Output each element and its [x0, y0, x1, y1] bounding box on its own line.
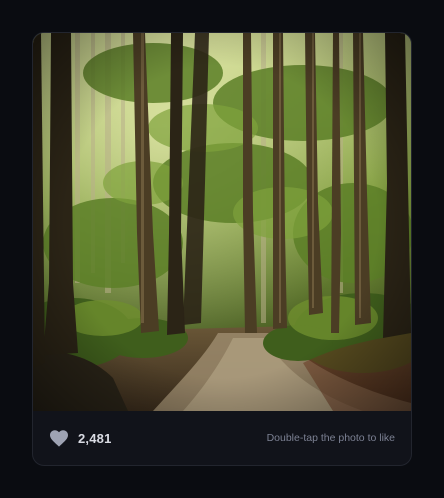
post-footer: 2,481 Double-tap the photo to like — [33, 411, 411, 465]
photo-card: 2,481 Double-tap the photo to like — [32, 32, 412, 466]
forest-path-image — [33, 33, 411, 411]
like-count: 2,481 — [78, 430, 112, 446]
post-photo[interactable] — [33, 33, 411, 411]
heart-icon — [49, 429, 69, 447]
double-tap-hint: Double-tap the photo to like — [266, 432, 395, 444]
like-button[interactable]: 2,481 — [49, 429, 112, 447]
